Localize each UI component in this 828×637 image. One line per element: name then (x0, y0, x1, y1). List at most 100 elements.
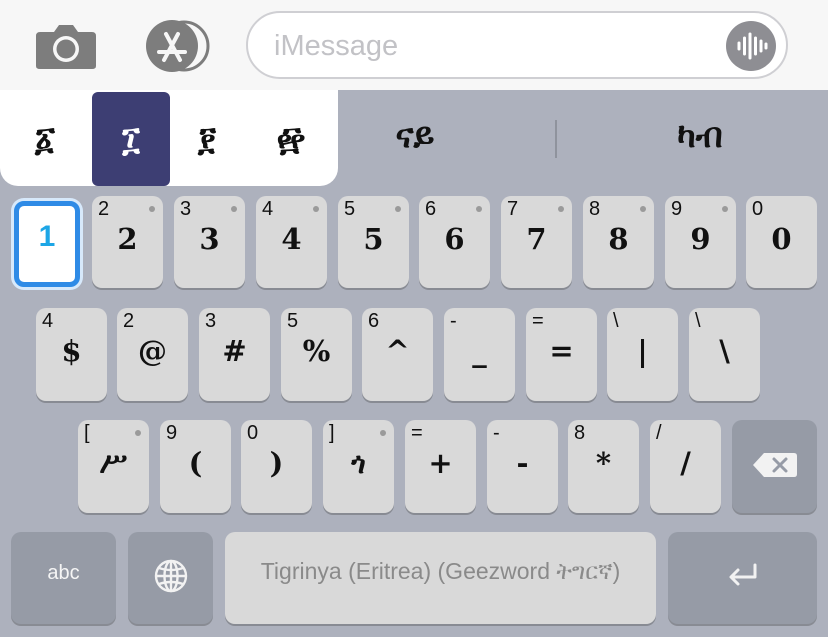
key-hint: 0 (752, 198, 764, 220)
key-dot (476, 206, 482, 212)
key-label: 8 (608, 222, 629, 256)
key-label: 1 (38, 220, 56, 253)
key-asterisk[interactable]: 8 * (568, 420, 639, 513)
key-hint: 9 (671, 198, 683, 220)
key-9[interactable]: 9 9 (665, 196, 736, 288)
key-hint: 6 (368, 310, 380, 332)
key-hash[interactable]: 3 # (199, 308, 270, 401)
key-slash[interactable]: / / (650, 420, 721, 513)
key-hint: 6 (425, 198, 437, 220)
variant-popup: ፩ ፲ ፻ ፼ (0, 90, 338, 186)
key-label: = (549, 334, 574, 368)
camera-icon[interactable] (34, 22, 98, 70)
key-hint: - (493, 422, 500, 444)
message-input[interactable] (274, 27, 704, 65)
key-7[interactable]: 7 7 (501, 196, 572, 288)
key-label: 2 (117, 222, 138, 256)
key-label: 6 (444, 222, 465, 256)
keyboard: ፩ ፲ ፻ ፼ ናይ ካብ 1 2 2 3 3 4 4 5 5 6 6 7 7 … (0, 90, 828, 637)
key-minus[interactable]: - - (487, 420, 558, 513)
key-8[interactable]: 8 8 (583, 196, 654, 288)
popup-key-1[interactable]: ፩ (6, 92, 84, 186)
key-label: ጎ (351, 446, 366, 480)
key-backslash[interactable]: \ \ (689, 308, 760, 401)
key-label: @ (138, 334, 167, 368)
key-5[interactable]: 5 5 (338, 196, 409, 288)
key-hint: = (411, 422, 423, 444)
key-hint: 8 (589, 198, 601, 220)
key-dollar[interactable]: 4 $ (36, 308, 107, 401)
key-label: 0 (771, 222, 792, 256)
key-hint: 3 (180, 198, 192, 220)
key-hint: 2 (98, 198, 110, 220)
globe-key[interactable] (128, 532, 213, 624)
key-hint: 4 (42, 310, 54, 332)
key-label: 3 (199, 222, 220, 256)
key-percent[interactable]: 5 % (281, 308, 352, 401)
key-hint: 7 (507, 198, 519, 220)
popup-key-100[interactable]: ፻ (168, 92, 246, 186)
key-label: + (428, 446, 453, 480)
globe-icon (153, 558, 189, 598)
key-1[interactable]: 1 (14, 201, 80, 287)
return-icon (726, 563, 760, 593)
imessage-field[interactable] (246, 11, 788, 79)
key-underscore[interactable]: - _ (444, 308, 515, 401)
key-geez-she[interactable]: [ ሥ (78, 420, 149, 513)
voice-waveform-icon[interactable] (726, 21, 776, 71)
key-3[interactable]: 3 3 (174, 196, 245, 288)
key-plus[interactable]: = + (405, 420, 476, 513)
key-hint: 5 (344, 198, 356, 220)
key-equals[interactable]: = = (526, 308, 597, 401)
return-key[interactable] (668, 532, 817, 624)
popup-key-10[interactable]: ፲ (92, 92, 170, 186)
key-dot (380, 430, 386, 436)
key-label: ( (188, 446, 203, 480)
key-hint: 8 (574, 422, 586, 444)
key-label: % (302, 334, 331, 368)
key-label: _ (472, 334, 487, 368)
key-4[interactable]: 4 4 (256, 196, 327, 288)
key-0[interactable]: 0 0 (746, 196, 817, 288)
key-close-paren[interactable]: 0 ) (241, 420, 312, 513)
key-label: 9 (690, 222, 711, 256)
key-hint: ] (329, 422, 335, 444)
key-label: ሥ (99, 446, 128, 480)
delete-icon (752, 452, 798, 482)
key-dot (149, 206, 155, 212)
key-dot (231, 206, 237, 212)
candidate-word-1[interactable]: ናይ (370, 106, 460, 166)
key-hint: 3 (205, 310, 217, 332)
key-label: 5 (363, 222, 384, 256)
popup-key-10000[interactable]: ፼ (252, 92, 330, 186)
key-dot (313, 206, 319, 212)
key-label: * (595, 446, 612, 480)
key-dot (640, 206, 646, 212)
abc-label: abc (47, 562, 80, 584)
key-hint: 4 (262, 198, 274, 220)
abc-key[interactable]: abc (11, 532, 116, 624)
key-at[interactable]: 2 @ (117, 308, 188, 401)
key-hint: / (656, 422, 662, 444)
key-2[interactable]: 2 2 (92, 196, 163, 288)
key-hint: - (450, 310, 457, 332)
key-hint: [ (84, 422, 90, 444)
key-label: | (637, 334, 648, 368)
key-label: # (222, 334, 247, 368)
key-pipe[interactable]: \ | (607, 308, 678, 401)
space-key[interactable]: Tigrinya (Eritrea) (Geezword ትግርኛ) (225, 532, 656, 624)
key-label: \ (719, 334, 730, 368)
key-6[interactable]: 6 6 (419, 196, 490, 288)
candidate-word-2[interactable]: ካብ (650, 106, 750, 166)
key-open-paren[interactable]: 9 ( (160, 420, 231, 513)
key-hint: = (532, 310, 544, 332)
delete-key[interactable] (732, 420, 817, 513)
key-hint: \ (695, 310, 701, 332)
key-dot (558, 206, 564, 212)
key-geez-go[interactable]: ] ጎ (323, 420, 394, 513)
app-store-icon[interactable] (140, 20, 212, 72)
space-label: Tigrinya (Eritrea) (Geezword ትግርኛ) (260, 558, 621, 584)
key-caret[interactable]: 6 ^ (362, 308, 433, 401)
key-hint: 9 (166, 422, 178, 444)
key-label: / (680, 446, 691, 480)
